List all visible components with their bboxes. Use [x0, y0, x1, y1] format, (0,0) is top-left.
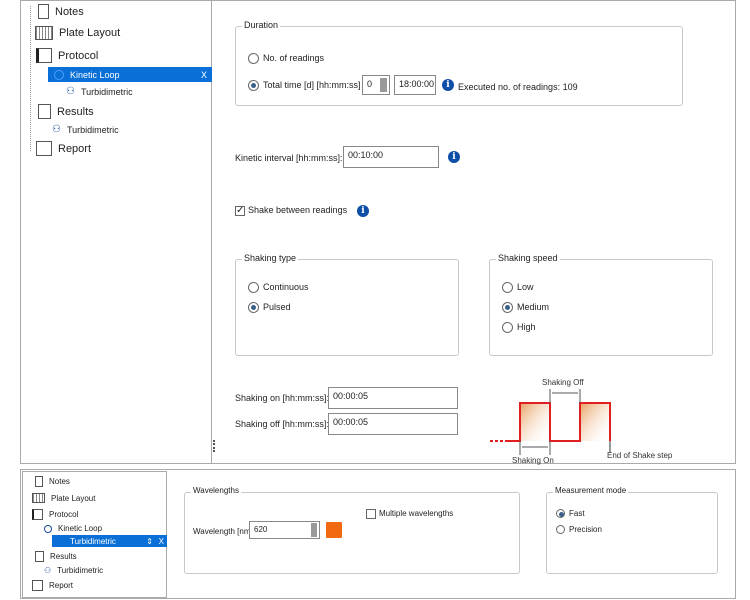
- shaking-off-label: Shaking off [hh:mm:ss]:: [235, 419, 329, 429]
- stepper-arrows[interactable]: [311, 523, 317, 537]
- radio-pulsed[interactable]: Pulsed: [248, 302, 291, 314]
- report-icon: [32, 580, 43, 591]
- radio-precision[interactable]: Precision: [556, 525, 602, 535]
- notes-icon: [38, 4, 49, 19]
- tree-item-notes[interactable]: Notes: [35, 476, 70, 487]
- days-stepper[interactable]: 0: [362, 75, 390, 95]
- info-icon[interactable]: i: [442, 79, 454, 91]
- tree-item-protocol[interactable]: Protocol: [36, 48, 98, 63]
- info-icon[interactable]: i: [448, 151, 460, 163]
- close-icon[interactable]: X: [201, 70, 207, 80]
- protocol-icon: [36, 48, 52, 63]
- info-icon[interactable]: i: [357, 205, 369, 217]
- end-label: End of Shake step: [607, 451, 673, 460]
- results-icon: [35, 551, 44, 562]
- shake-on-fill: [580, 403, 610, 441]
- tree-item-kinetic-loop[interactable]: Kinetic Loop: [44, 524, 102, 533]
- shake-diagram: Shaking Off Shaking On End of Shake step: [490, 378, 673, 465]
- loop-icon: [54, 69, 64, 80]
- shaking-on-input[interactable]: 00:00:05: [328, 387, 458, 409]
- reorder-icon[interactable]: ⇕: [146, 537, 153, 546]
- radio-continuous[interactable]: Continuous: [248, 282, 309, 294]
- shaking-off-label: Shaking Off: [542, 378, 584, 387]
- tree-item-kinetic-loop[interactable]: Kinetic Loop X: [48, 67, 212, 82]
- tree-item-notes[interactable]: Notes: [38, 4, 84, 19]
- tree-item-plate-layout[interactable]: Plate Layout: [32, 493, 95, 503]
- wavelength-input[interactable]: 620: [249, 521, 320, 539]
- tree-item-turbidimetric[interactable]: ⚇ Turbidimetric: [66, 86, 133, 97]
- tree-item-report[interactable]: Report: [36, 141, 91, 156]
- tree-item-results-turbidimetric[interactable]: ⚇ Turbidimetric: [52, 124, 119, 135]
- shaking-on-label: Shaking on [hh:mm:ss]:: [235, 393, 330, 403]
- tree-item-results[interactable]: Results: [35, 551, 77, 562]
- multiple-wavelengths-checkbox[interactable]: Multiple wavelengths: [366, 509, 453, 519]
- radio-total-time[interactable]: Total time [d] [hh:mm:ss]: [248, 80, 361, 92]
- kinetic-interval-input[interactable]: 00:10:00: [343, 146, 439, 168]
- report-icon: [36, 141, 52, 156]
- turbidimetric-icon: ⚇: [44, 566, 52, 575]
- radio-medium[interactable]: Medium: [502, 302, 549, 314]
- shake-on-fill: [520, 403, 550, 441]
- results-icon: [38, 104, 51, 119]
- shaking-off-input[interactable]: 00:00:05: [328, 413, 458, 435]
- notes-icon: [35, 476, 43, 487]
- duration-group: Duration: [235, 20, 683, 106]
- turbidimetric-icon: ⚇: [66, 86, 75, 97]
- tree-item-report[interactable]: Report: [32, 580, 73, 591]
- radio-no-readings[interactable]: No. of readings: [248, 53, 324, 65]
- wavelength-label: Wavelength [nm]:: [193, 527, 255, 536]
- tree-item-results-turbidimetric[interactable]: ⚇ Turbidimetric: [44, 566, 103, 575]
- close-icon[interactable]: X: [159, 537, 164, 546]
- tree-item-protocol[interactable]: Protocol: [32, 509, 78, 520]
- turbidimetric-icon: ⚇: [52, 124, 61, 135]
- plate-layout-icon: [32, 493, 45, 503]
- plate-layout-icon: [35, 26, 53, 40]
- radio-high[interactable]: High: [502, 322, 536, 334]
- stepper-arrows[interactable]: [380, 78, 387, 92]
- splitter-grip[interactable]: [213, 440, 216, 452]
- shake-between-checkbox[interactable]: ✓ Shake between readings: [235, 205, 347, 216]
- wavelength-color-swatch[interactable]: [326, 522, 342, 538]
- tree-item-plate-layout[interactable]: Plate Layout: [35, 26, 120, 40]
- shaking-on-label: Shaking On: [512, 456, 554, 465]
- executed-readings: Executed no. of readings: 109: [458, 82, 578, 92]
- protocol-icon: [32, 509, 43, 520]
- kinetic-interval-label: Kinetic interval [hh:mm:ss]:: [235, 153, 343, 163]
- radio-fast[interactable]: Fast: [556, 509, 585, 519]
- loop-icon: [44, 524, 52, 533]
- radio-low[interactable]: Low: [502, 282, 534, 294]
- total-time-input[interactable]: 18:00:00: [394, 75, 436, 95]
- tree-item-results[interactable]: Results: [38, 104, 94, 119]
- tree-item-turbidimetric[interactable]: Turbidimetric ⇕ X: [52, 535, 167, 547]
